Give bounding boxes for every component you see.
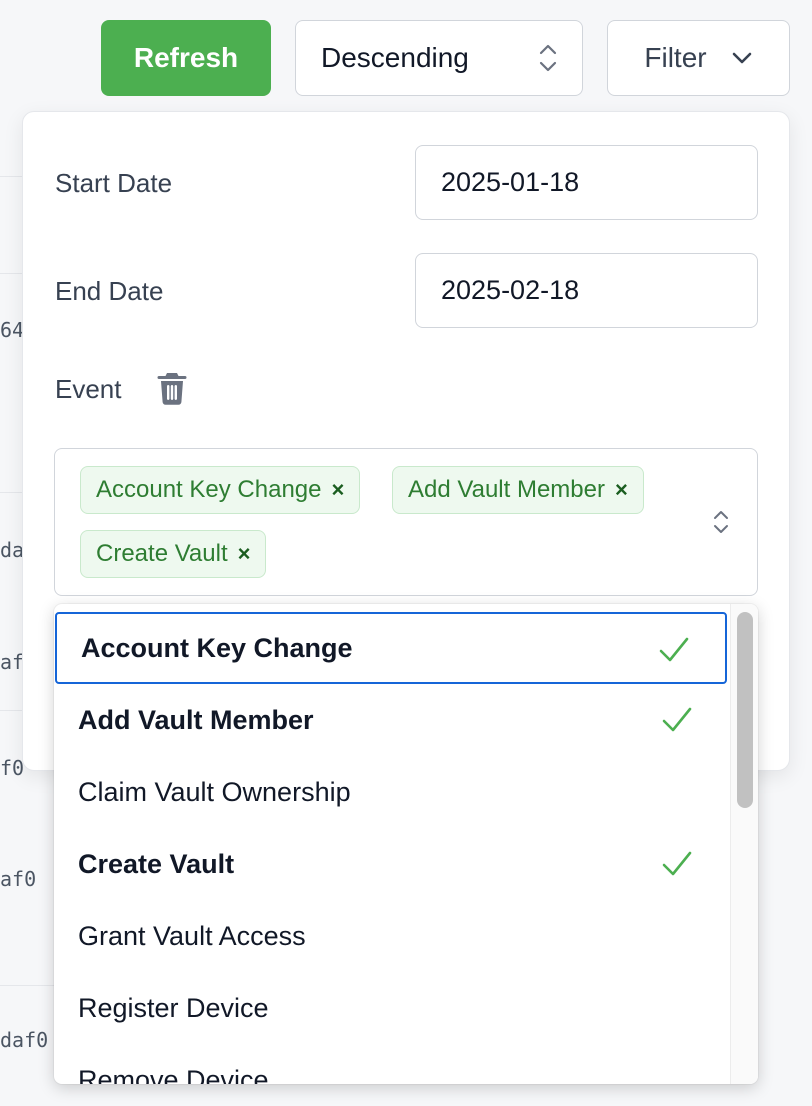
chevron-down-icon xyxy=(732,52,751,64)
end-date-value: 2025-02-18 xyxy=(441,275,580,305)
event-option[interactable]: Account Key Change xyxy=(55,612,727,684)
check-icon xyxy=(662,707,692,732)
event-label: Event xyxy=(55,374,122,404)
event-option[interactable]: Remove Device xyxy=(54,1044,728,1085)
event-option[interactable]: Create Vault xyxy=(54,828,728,900)
chip-label: Add Vault Member xyxy=(408,476,605,503)
trash-icon[interactable] xyxy=(157,370,187,406)
event-option[interactable]: Add Vault Member xyxy=(54,684,728,756)
start-date-value: 2025-01-18 xyxy=(441,167,580,197)
table-cell-fragment: f0 xyxy=(0,756,25,780)
event-option[interactable]: Register Device xyxy=(54,972,728,1044)
sort-order-select[interactable]: Descending xyxy=(295,20,583,96)
table-divider xyxy=(0,492,22,493)
start-date-input[interactable]: 2025-01-18 xyxy=(415,145,758,220)
event-option[interactable]: Claim Vault Ownership xyxy=(54,756,728,828)
chip-remove-icon[interactable]: × xyxy=(331,477,344,503)
refresh-button[interactable]: Refresh xyxy=(101,20,271,96)
filter-button-label: Filter xyxy=(644,42,707,73)
table-cell-fragment: af xyxy=(0,650,25,674)
event-chip[interactable]: Account Key Change × xyxy=(80,466,361,514)
chip-remove-icon[interactable]: × xyxy=(615,477,628,503)
event-chip[interactable]: Create Vault × xyxy=(80,530,267,578)
check-icon xyxy=(662,851,692,876)
table-divider xyxy=(0,985,54,986)
start-date-label: Start Date xyxy=(55,168,173,198)
event-option-label: Claim Vault Ownership xyxy=(78,776,351,807)
chip-label: Account Key Change xyxy=(96,476,322,503)
event-option-label: Register Device xyxy=(78,992,269,1023)
end-date-input[interactable]: 2025-02-18 xyxy=(415,253,758,328)
event-option-label: Add Vault Member xyxy=(78,704,314,735)
event-option-label: Grant Vault Access xyxy=(78,920,306,951)
event-options-list[interactable]: Remove Device Register Device Grant Vault … xyxy=(54,604,758,1084)
event-option-label: Account Key Change xyxy=(81,632,353,663)
check-icon xyxy=(659,637,689,662)
event-multiselect[interactable]: Account Key Change × Add Vault Member × … xyxy=(54,448,758,596)
event-chip[interactable]: Add Vault Member × xyxy=(392,466,644,514)
table-cell-fragment: daf0 xyxy=(0,1028,49,1052)
chip-label: Create Vault xyxy=(96,540,228,567)
event-option-label: Remove Device xyxy=(78,1064,269,1085)
table-divider xyxy=(0,176,22,177)
chevron-up-down-icon xyxy=(539,44,557,72)
table-cell-fragment: da xyxy=(0,538,25,562)
scrollbar-thumb[interactable] xyxy=(737,612,753,808)
chip-remove-icon[interactable]: × xyxy=(238,541,251,567)
chevron-up-down-icon[interactable] xyxy=(711,507,731,537)
event-option[interactable]: Grant Vault Access xyxy=(54,900,728,972)
table-cell-fragment: af0 xyxy=(0,867,37,891)
table-cell-fragment: 64 xyxy=(0,318,25,342)
table-divider xyxy=(0,710,22,711)
end-date-label: End Date xyxy=(55,276,164,306)
event-option-label: Create Vault xyxy=(78,848,235,879)
filter-button[interactable]: Filter xyxy=(607,20,790,96)
sort-order-value: Descending xyxy=(321,42,469,73)
scrollbar[interactable] xyxy=(730,604,758,1084)
table-divider xyxy=(0,273,22,274)
